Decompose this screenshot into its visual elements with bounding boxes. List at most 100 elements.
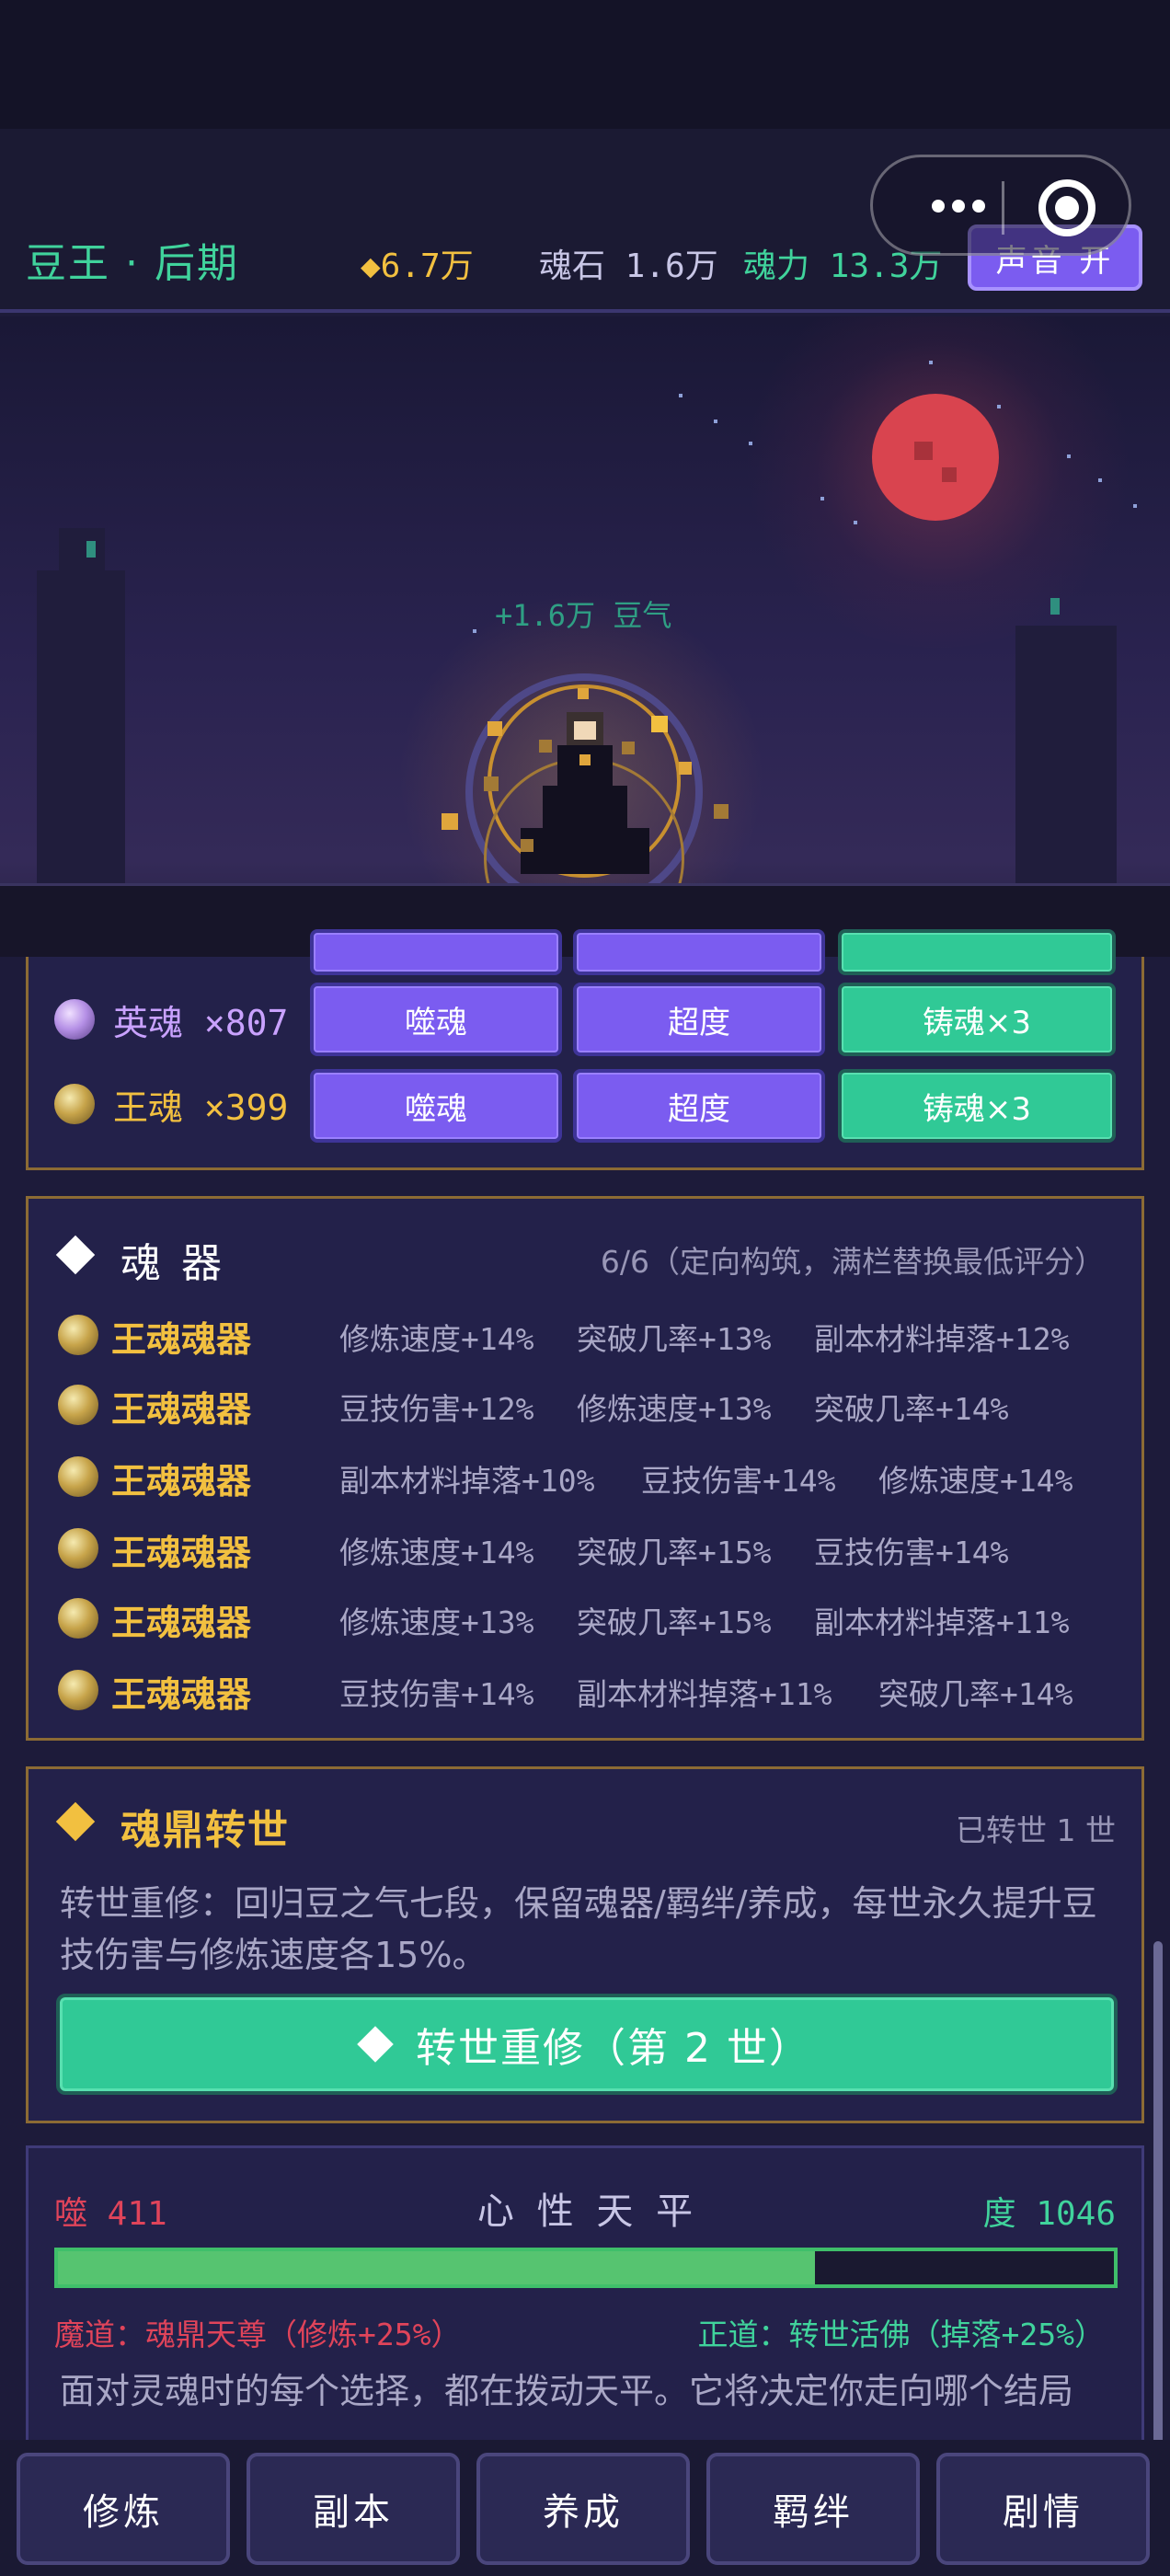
balance-title: 心 性 天 平 — [476, 2191, 699, 2233]
star-icon — [929, 361, 933, 364]
cultivator-gem — [579, 754, 591, 765]
tower-light — [1050, 598, 1060, 615]
close-target-icon[interactable] — [1038, 179, 1095, 236]
artifact-row[interactable]: 王魂魂器 修炼速度+14% 突破几率+15% 豆技伤害+14% — [58, 1521, 1125, 1576]
spark-icon — [679, 762, 692, 775]
spark-icon — [442, 813, 458, 830]
artifact-row[interactable]: 王魂魂器 豆技伤害+14% 副本材料掉落+11% 突破几率+14% — [58, 1662, 1125, 1718]
artifact-stat: 修炼速度+14% — [339, 1321, 534, 1357]
right-tower — [1015, 626, 1117, 883]
nav-bond-button[interactable]: 羁绊 — [706, 2453, 920, 2565]
soul-row: 王魂 ×399 — [54, 1069, 288, 1139]
rebirth-button[interactable]: 转世重修（第 2 世） — [56, 1994, 1118, 2095]
nav-develop-button[interactable]: 养成 — [476, 2453, 690, 2565]
artifact-stat: 副本材料掉落+11% — [577, 1676, 832, 1712]
star-icon — [854, 521, 857, 524]
soul-actions-panel: 英魂 ×807 噬魂 超度 铸魂×3 王魂 ×399 噬魂 超度 铸魂×3 — [26, 929, 1144, 1170]
artifact-stat: 突破几率+15% — [577, 1535, 772, 1570]
bottom-nav: 修炼 副本 养成 羁绊 剧情 — [0, 2440, 1170, 2576]
soul-action-button[interactable] — [838, 929, 1116, 975]
spark-icon — [539, 740, 552, 753]
soul-action-button[interactable] — [573, 929, 825, 975]
balance-bar — [54, 2248, 1118, 2288]
artifact-row[interactable]: 王魂魂器 修炼速度+13% 突破几率+15% 副本材料掉落+11% — [58, 1591, 1125, 1646]
artifact-stat: 修炼速度+14% — [878, 1463, 1073, 1499]
cultivator-base — [521, 828, 649, 874]
release-soul-button[interactable]: 超度 — [573, 983, 825, 1056]
rebirth-count: 已转世 1 世 — [956, 1812, 1116, 1848]
artifact-row[interactable]: 王魂魂器 副本材料掉落+10% 豆技伤害+14% 修炼速度+14% — [58, 1449, 1125, 1504]
righteous-path-label: 正道：转世活佛（掉落+25%） — [697, 2317, 1105, 2352]
gold-orb-icon — [58, 1315, 98, 1355]
more-icon[interactable] — [908, 183, 1009, 229]
devour-soul-button[interactable]: 噬魂 — [310, 983, 562, 1056]
artifact-stat: 突破几率+14% — [878, 1676, 1073, 1712]
release-count: 度 1046 — [982, 2195, 1116, 2233]
diamond-icon — [357, 2026, 394, 2063]
spark-icon — [521, 839, 533, 852]
artifact-stat: 豆技伤害+14% — [641, 1463, 836, 1499]
rebirth-title: 魂鼎转世 — [120, 1807, 290, 1854]
cultivator-face — [574, 721, 596, 740]
soul-action-button[interactable] — [310, 929, 562, 975]
mind-balance-panel: 噬 411 心 性 天 平 度 1046 魔道：魂鼎天尊（修炼+25%） 正道：… — [26, 2145, 1144, 2449]
gold-orb-icon — [58, 1670, 98, 1710]
nav-cultivate-button[interactable]: 修炼 — [17, 2453, 230, 2565]
forge-soul-button[interactable]: 铸魂×3 — [838, 1069, 1116, 1143]
spark-icon — [622, 742, 635, 754]
capsule-divider — [1002, 181, 1004, 235]
spark-icon — [484, 776, 499, 791]
rebirth-description: 转世重修：回归豆之气七段，保留魂器/羁绊/养成，每世永久提升豆技伤害与修炼速度各… — [60, 1883, 1097, 1975]
artifact-stat: 突破几率+14% — [814, 1391, 1009, 1427]
star-icon — [714, 420, 717, 423]
scrollbar[interactable] — [1153, 1941, 1163, 2456]
artifact-name: 王魂魂器 — [111, 1533, 252, 1573]
artifact-stat: 豆技伤害+14% — [339, 1676, 534, 1712]
artifact-stat: 修炼速度+13% — [577, 1391, 772, 1427]
cultivation-scene: +1.6万 豆气 — [0, 316, 1170, 957]
gold-orb-icon — [58, 1598, 98, 1639]
blood-moon-icon — [872, 394, 999, 521]
artifact-name: 王魂魂器 — [111, 1389, 252, 1430]
artifact-stat: 修炼速度+13% — [339, 1604, 534, 1640]
artifact-row[interactable]: 王魂魂器 修炼速度+14% 突破几率+13% 副本材料掉落+12% — [58, 1307, 1125, 1363]
release-soul-button[interactable]: 超度 — [573, 1069, 825, 1143]
nav-dungeon-button[interactable]: 副本 — [247, 2453, 460, 2565]
realm-label: 豆王 · 后期 — [26, 240, 239, 287]
gold-orb-icon — [58, 1456, 98, 1497]
spark-icon — [488, 721, 502, 736]
miniprogram-capsule — [870, 155, 1131, 256]
star-icon — [749, 442, 752, 445]
purple-orb-icon — [54, 999, 95, 1040]
artifact-name: 王魂魂器 — [111, 1674, 252, 1715]
rebirth-button-label: 转世重修（第 2 世） — [416, 2025, 811, 2072]
diamond-icon — [55, 1235, 96, 1275]
soul-stone-counter: 魂石 1.6万 — [539, 247, 718, 285]
artifact-name: 王魂魂器 — [111, 1461, 252, 1501]
artifacts-meta: 6/6（定向构筑，满栏替换最低评分） — [600, 1244, 1105, 1280]
left-tower-top — [59, 528, 105, 583]
nav-story-button[interactable]: 剧情 — [936, 2453, 1150, 2565]
gold-orb-icon — [54, 1084, 95, 1124]
artifact-stat: 突破几率+13% — [577, 1321, 772, 1357]
star-icon — [679, 394, 682, 397]
soul-name: 王魂 ×399 — [113, 1087, 289, 1128]
gold-orb-icon — [58, 1528, 98, 1569]
devour-soul-button[interactable]: 噬魂 — [310, 1069, 562, 1143]
gold-counter: ◆6.7万 — [361, 247, 474, 285]
soul-row: 英魂 ×807 — [54, 984, 288, 1054]
star-icon — [997, 405, 1001, 408]
artifact-stat: 副本材料掉落+12% — [814, 1321, 1070, 1357]
artifact-row[interactable]: 王魂魂器 豆技伤害+12% 修炼速度+13% 突破几率+14% — [58, 1377, 1125, 1432]
artifact-stat: 副本材料掉落+10% — [339, 1463, 595, 1499]
cultivator-body — [557, 745, 613, 791]
star-icon — [820, 497, 824, 500]
forge-soul-button[interactable]: 铸魂×3 — [838, 983, 1116, 1056]
artifact-stat: 豆技伤害+12% — [339, 1391, 534, 1427]
status-bar — [0, 0, 1170, 129]
artifact-name: 王魂魂器 — [111, 1319, 252, 1360]
artifacts-title: 魂 器 — [120, 1240, 225, 1287]
gold-orb-icon — [58, 1385, 98, 1425]
spark-icon — [578, 688, 589, 699]
spark-icon — [651, 716, 668, 732]
